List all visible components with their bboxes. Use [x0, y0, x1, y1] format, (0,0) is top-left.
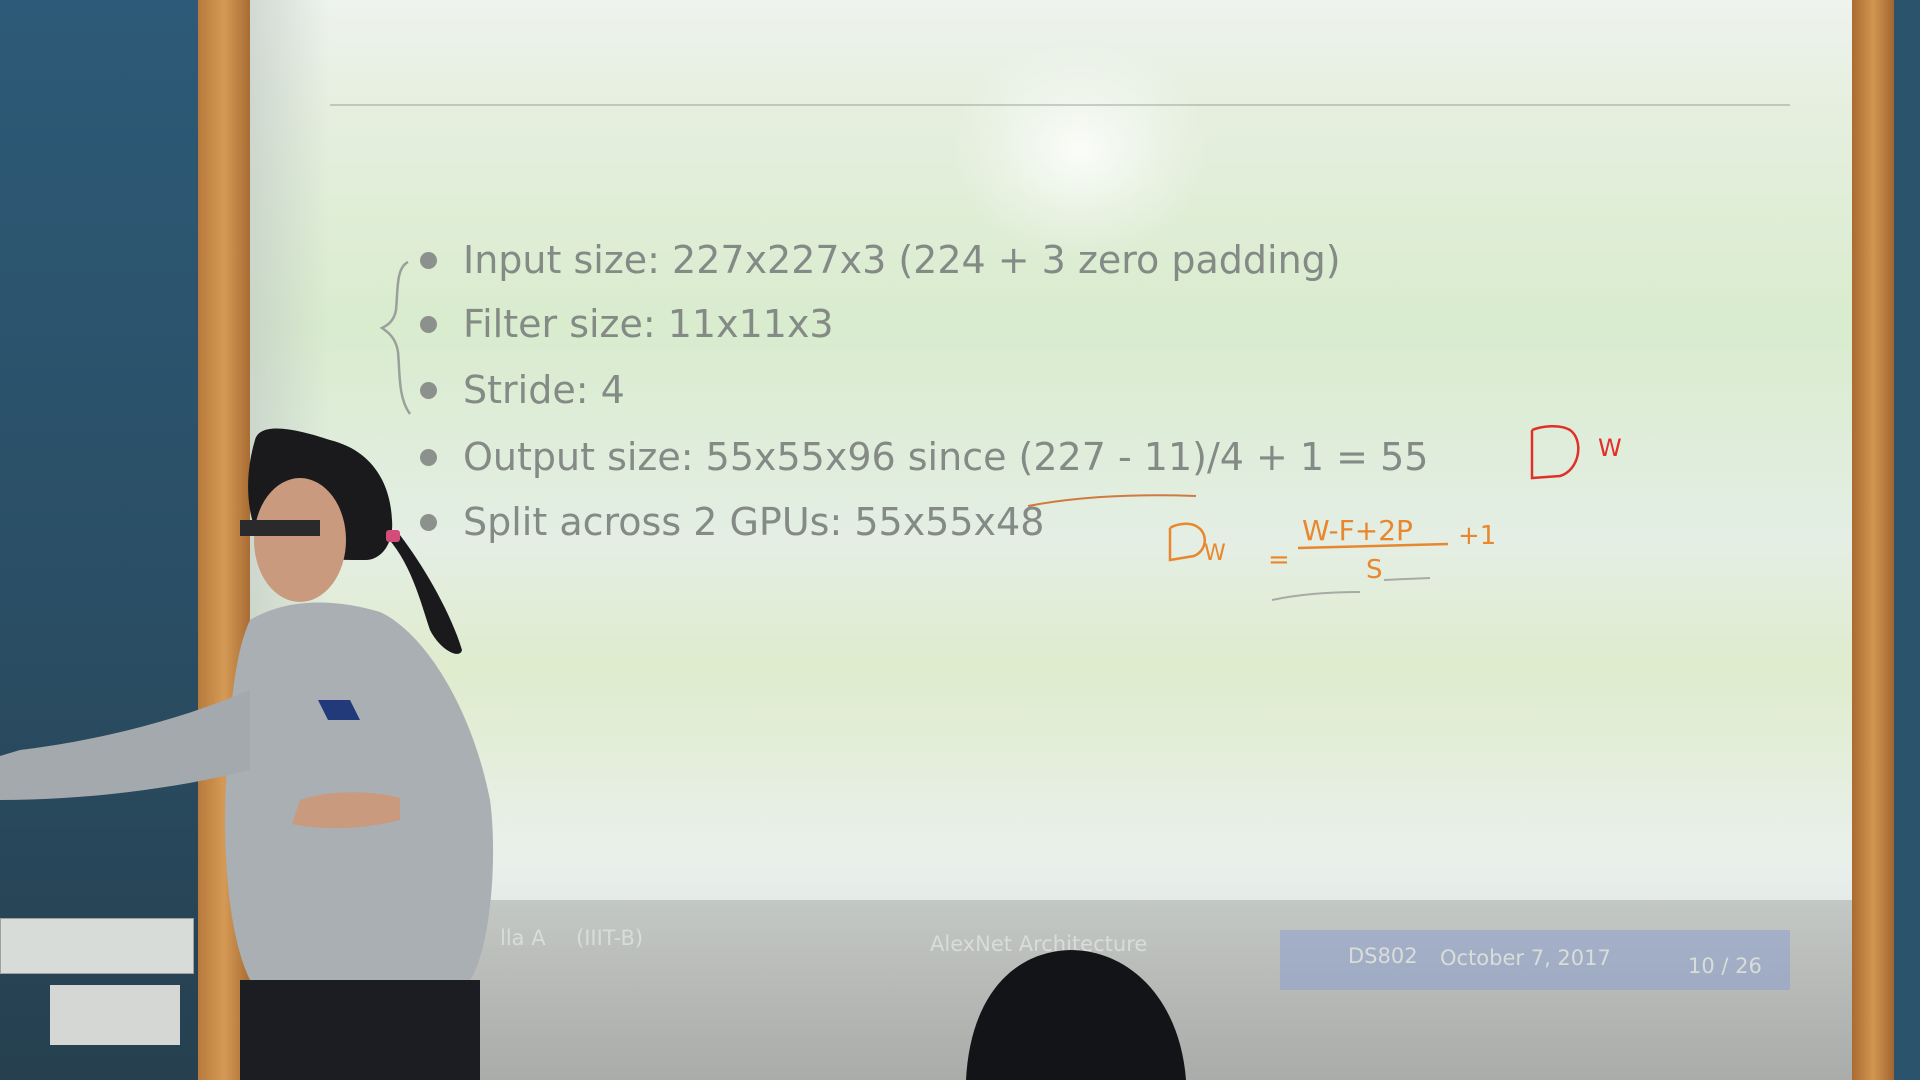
glasses-icon	[240, 520, 320, 536]
presenter	[0, 428, 1186, 1080]
presenter-arm-pointing	[0, 690, 250, 800]
audience-head	[966, 950, 1186, 1080]
presenter-trousers	[240, 980, 480, 1080]
wall-switchboard	[0, 918, 194, 974]
presenter-hoodie	[225, 602, 494, 980]
classroom-scene: Input size: 227x227x3 (224 + 3 zero padd…	[0, 0, 1920, 1080]
presenter-hand	[292, 792, 400, 829]
wall-socket	[50, 985, 180, 1045]
presenter-face	[254, 478, 346, 602]
hair-tie	[386, 530, 400, 542]
